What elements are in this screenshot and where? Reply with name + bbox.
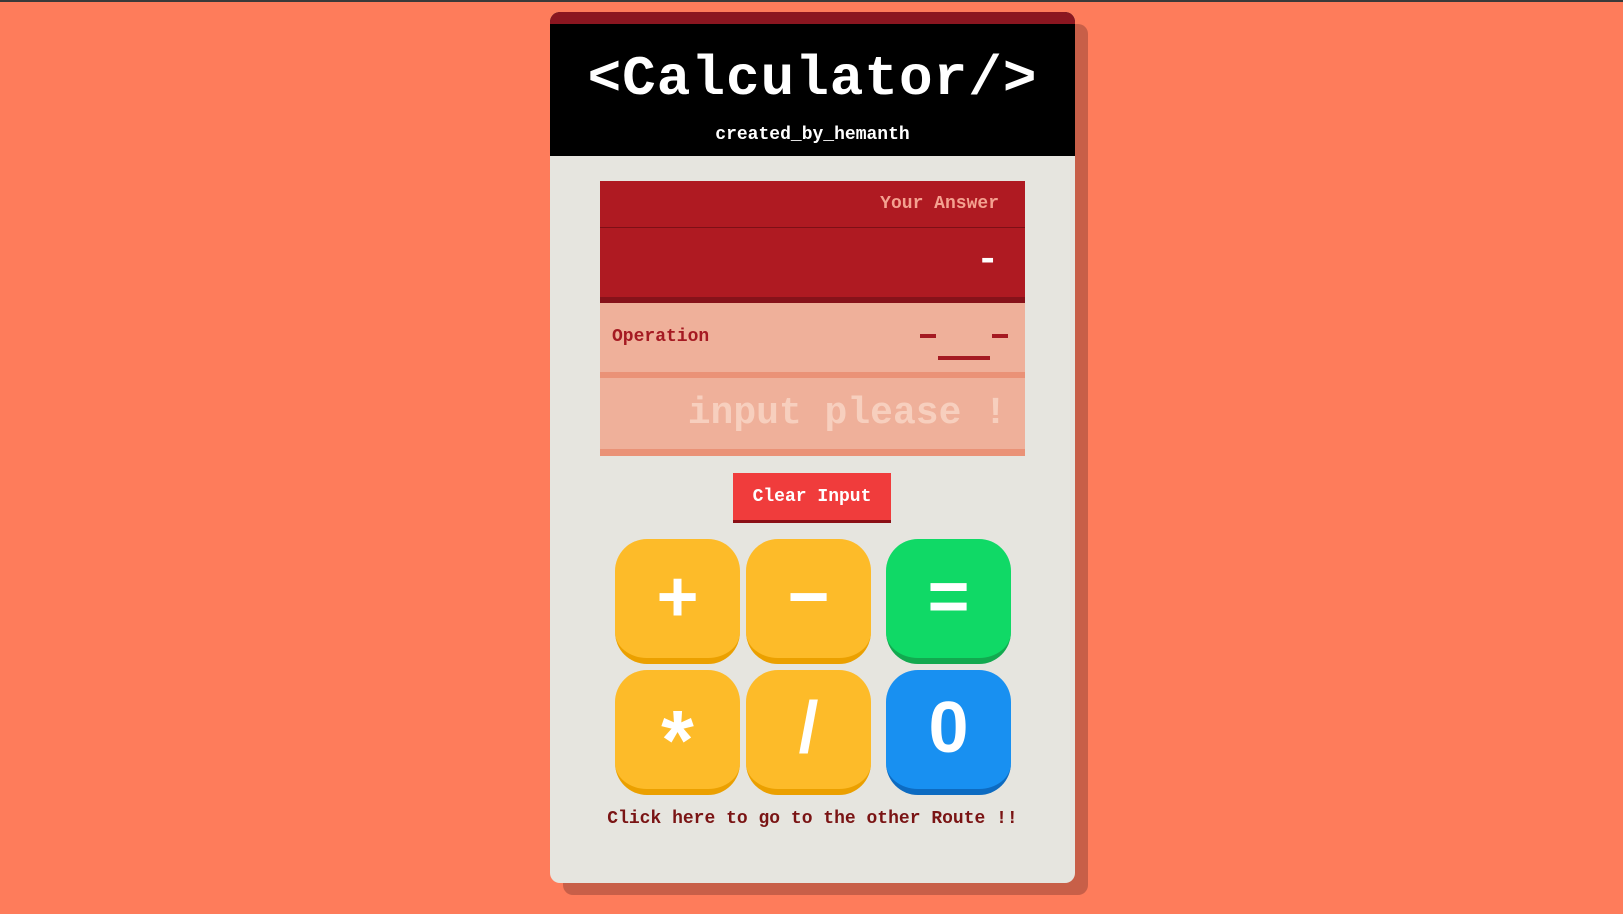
operation-right-operand-slot bbox=[992, 334, 1008, 338]
operation-row: Operation bbox=[600, 303, 1025, 378]
minus-key[interactable]: − bbox=[746, 539, 871, 664]
operation-left-operand-slot bbox=[920, 334, 936, 338]
operation-label: Operation bbox=[612, 327, 710, 347]
number-input[interactable] bbox=[600, 378, 1025, 449]
operation-operator-slot bbox=[938, 356, 990, 360]
clear-input-button[interactable]: Clear Input bbox=[733, 473, 891, 523]
answer-label: Your Answer bbox=[600, 181, 1025, 228]
calculator-header: <Calculator/> created_by_hemanth bbox=[550, 12, 1075, 156]
input-row bbox=[600, 378, 1025, 456]
other-route-link[interactable]: Click here to go to the other Route !! bbox=[550, 808, 1075, 830]
app-title: <Calculator/> bbox=[587, 47, 1038, 111]
zero-key[interactable]: 0 bbox=[886, 670, 1011, 795]
divide-key[interactable]: / bbox=[746, 670, 871, 795]
plus-key[interactable]: + bbox=[615, 539, 740, 664]
equals-key[interactable]: = bbox=[886, 539, 1011, 664]
browser-top-border bbox=[0, 0, 1623, 2]
answer-value: - bbox=[600, 228, 1025, 303]
multiply-key[interactable]: * bbox=[615, 670, 740, 795]
calculator-screen: Your Answer - Operation bbox=[600, 181, 1025, 456]
app-subtitle: created_by_hemanth bbox=[715, 125, 910, 145]
calculator-card: <Calculator/> created_by_hemanth Your An… bbox=[550, 12, 1075, 883]
multiply-key-label: * bbox=[661, 693, 694, 787]
